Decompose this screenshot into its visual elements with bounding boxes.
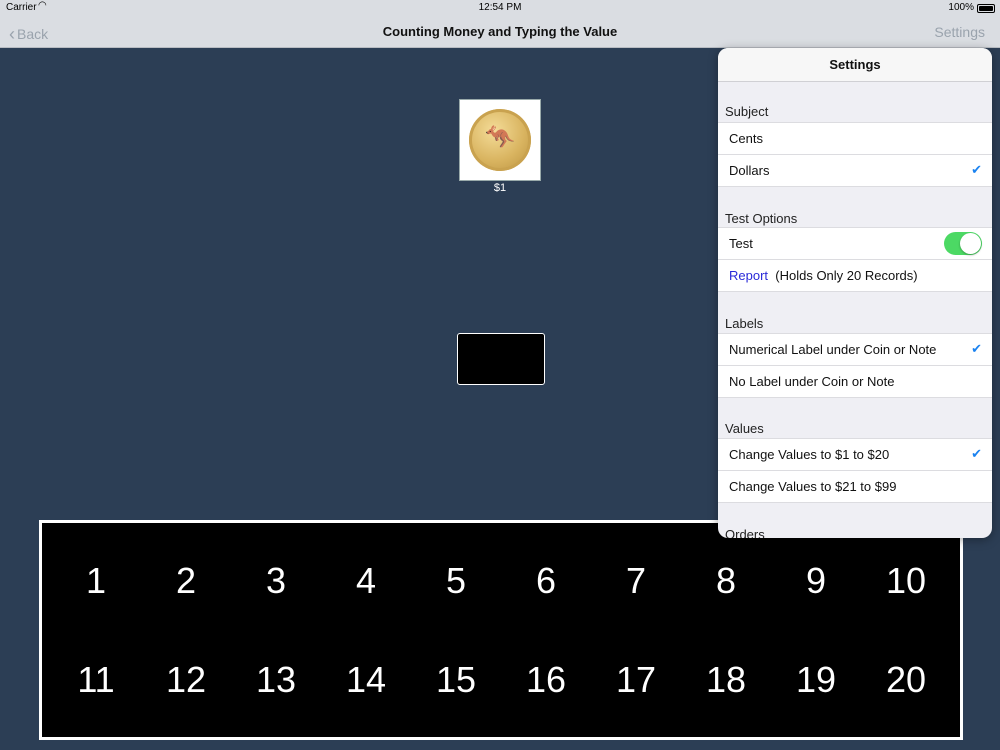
battery-percent: 100% <box>948 2 974 13</box>
key-6[interactable]: 6 <box>501 536 591 626</box>
key-18[interactable]: 18 <box>681 635 771 725</box>
option-report: Report (Holds Only 20 Records) <box>718 259 992 292</box>
key-15[interactable]: 15 <box>411 635 501 725</box>
battery-icon <box>977 4 995 13</box>
key-5[interactable]: 5 <box>411 536 501 626</box>
status-time: 12:54 PM <box>478 2 522 13</box>
option-label: Change Values to $1 to $20 <box>729 447 890 462</box>
key-14[interactable]: 14 <box>321 635 411 725</box>
section-subject: Subject <box>725 104 769 119</box>
checkmark-icon: ✔ <box>971 341 982 356</box>
key-20[interactable]: 20 <box>861 635 951 725</box>
report-row: Report (Holds Only 20 Records) <box>729 268 918 283</box>
key-1[interactable]: 1 <box>51 536 141 626</box>
option-test: Test <box>718 227 992 259</box>
key-19[interactable]: 19 <box>771 635 861 725</box>
navigation-bar: ‹ Back Counting Money and Typing the Valu… <box>0 16 1000 48</box>
coin-card: 🦘 <box>459 99 541 181</box>
option-dollars[interactable]: Dollars ✔ <box>718 154 992 187</box>
page-title: Counting Money and Typing the Value <box>382 24 618 39</box>
kangaroo-coin-icon: 🦘 <box>469 109 531 171</box>
key-13[interactable]: 13 <box>231 635 321 725</box>
option-no-label[interactable]: No Label under Coin or Note <box>718 365 992 398</box>
answer-display[interactable] <box>457 333 545 385</box>
option-numerical-label[interactable]: Numerical Label under Coin or Note ✔ <box>718 333 992 365</box>
option-label: Cents <box>729 131 763 146</box>
status-bar: Carrier ◠ 12:54 PM 100% <box>0 0 1000 16</box>
option-cents[interactable]: Cents <box>718 122 992 154</box>
key-11[interactable]: 11 <box>51 635 141 725</box>
key-17[interactable]: 17 <box>591 635 681 725</box>
checkmark-icon: ✔ <box>971 162 982 177</box>
settings-popover: Settings Subject Cents Dollars ✔ Test Op… <box>718 48 992 538</box>
key-2[interactable]: 2 <box>141 536 231 626</box>
section-orders: Orders <box>725 527 765 538</box>
key-16[interactable]: 16 <box>501 635 591 725</box>
option-values-1-20[interactable]: Change Values to $1 to $20 ✔ <box>718 438 992 470</box>
key-12[interactable]: 12 <box>141 635 231 725</box>
option-label: Numerical Label under Coin or Note <box>729 342 937 357</box>
option-values-21-99[interactable]: Change Values to $21 to $99 <box>718 470 992 503</box>
report-link[interactable]: Report <box>729 268 768 283</box>
test-label: Test <box>729 236 753 251</box>
key-7[interactable]: 7 <box>591 536 681 626</box>
toggle-knob <box>960 233 981 254</box>
key-3[interactable]: 3 <box>231 536 321 626</box>
checkmark-icon: ✔ <box>971 446 982 461</box>
coin-value-label: $1 <box>493 182 507 194</box>
key-10[interactable]: 10 <box>861 536 951 626</box>
section-labels: Labels <box>725 316 764 331</box>
option-label: Dollars <box>729 163 770 178</box>
number-keypad: 1 2 3 4 5 6 7 8 9 10 11 12 13 14 15 16 1… <box>39 520 963 740</box>
report-note: (Holds Only 20 Records) <box>775 268 918 283</box>
key-8[interactable]: 8 <box>681 536 771 626</box>
key-9[interactable]: 9 <box>771 536 861 626</box>
option-label: No Label under Coin or Note <box>729 374 895 389</box>
section-values: Values <box>725 421 764 436</box>
section-test-options: Test Options <box>725 211 798 226</box>
settings-title: Settings <box>718 48 992 82</box>
test-toggle[interactable] <box>944 232 982 255</box>
option-label: Change Values to $21 to $99 <box>729 479 897 494</box>
settings-button[interactable]: Settings <box>934 24 985 40</box>
key-4[interactable]: 4 <box>321 536 411 626</box>
